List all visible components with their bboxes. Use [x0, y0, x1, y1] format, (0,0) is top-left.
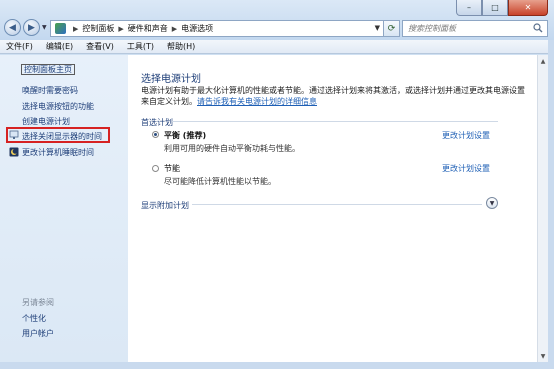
address-dropdown-icon[interactable]: ▼ [375, 24, 380, 32]
refresh-icon: ⟳ [387, 23, 396, 34]
sidebar-item-wake-password[interactable]: 唤醒时需要密码 [22, 85, 78, 96]
breadcrumb-separator-icon[interactable]: ▶ [118, 25, 123, 33]
menu-view[interactable]: 查看(V) [86, 41, 114, 52]
menu-file[interactable]: 文件(F) [6, 41, 33, 52]
maximize-button[interactable]: □ [482, 0, 508, 16]
sidebar-item-create-plan[interactable]: 创建电源计划 [22, 116, 70, 127]
plan-power-saver-description: 尽可能降低计算机性能以节能。 [164, 177, 276, 186]
plan-balanced-radio[interactable] [152, 131, 159, 138]
forward-arrow-icon: ▶ [28, 22, 35, 33]
menu-tools[interactable]: 工具(T) [127, 41, 154, 52]
control-panel-home-link[interactable]: 控制面板主页 [21, 64, 75, 75]
minimize-button[interactable]: – [456, 0, 482, 16]
search-box[interactable]: 搜索控制面板 [402, 20, 548, 37]
show-additional-plans-heading[interactable]: 显示附加计划 [141, 200, 189, 211]
plan-power-saver-radio[interactable] [152, 165, 159, 172]
sidebar-item-personalization[interactable]: 个性化 [22, 313, 46, 324]
window-controls: – □ ✕ [456, 0, 548, 16]
forward-button[interactable]: ▶ [23, 19, 40, 36]
breadcrumb-separator-icon[interactable]: ▶ [172, 25, 177, 33]
sidebar-item-user-accounts[interactable]: 用户帐户 [22, 328, 54, 339]
preferred-plans-heading: 首选计划 [141, 118, 173, 127]
page-title: 选择电源计划 [141, 74, 201, 85]
back-arrow-icon: ◀ [9, 22, 16, 33]
vertical-scrollbar[interactable]: ▲ ▼ [537, 55, 548, 362]
plan-balanced-description: 利用可用的硬件自动平衡功耗与性能。 [164, 144, 300, 153]
plan-balanced-change-settings-link[interactable]: 更改计划设置 [442, 130, 490, 141]
breadcrumb-separator-icon[interactable]: ▶ [73, 25, 78, 33]
plan-power-saver-name[interactable]: 节能 [164, 163, 180, 174]
menu-bar: 文件(F) 编辑(E) 查看(V) 工具(T) 帮助(H) [0, 40, 554, 54]
plan-power-saver-change-settings-link[interactable]: 更改计划设置 [442, 163, 490, 174]
search-placeholder: 搜索控制面板 [408, 24, 456, 33]
close-button[interactable]: ✕ [508, 0, 548, 16]
control-panel-icon [55, 23, 66, 34]
section-divider [172, 121, 498, 122]
see-also-heading: 另请参阅 [22, 298, 54, 307]
scroll-up-icon[interactable]: ▲ [538, 56, 548, 66]
moon-icon [9, 147, 19, 157]
window: – □ ✕ ◀ ▶ ▼ ▶ 控制面板 ▶ 硬件和声音 ▶ 电源选项 ▼ ⟳ 搜索… [0, 0, 554, 369]
history-dropdown-icon[interactable]: ▼ [42, 24, 47, 31]
search-icon[interactable] [533, 23, 543, 33]
back-button[interactable]: ◀ [4, 19, 21, 36]
scroll-down-icon[interactable]: ▼ [538, 351, 548, 361]
breadcrumb-hardware-sound[interactable]: 硬件和声音 [128, 23, 168, 34]
page-description: 电源计划有助于最大化计算机的性能或者节能。通过选择计划来将其激活，或选择计划并通… [141, 85, 531, 107]
highlight-box [6, 127, 110, 143]
refresh-button[interactable]: ⟳ [384, 20, 400, 37]
window-border [548, 40, 554, 369]
plan-balanced-name[interactable]: 平衡 (推荐) [164, 130, 206, 141]
sidebar-item-sleep-time[interactable]: 更改计算机睡眠时间 [22, 147, 94, 158]
breadcrumb-power-options[interactable]: 电源选项 [181, 23, 213, 34]
expand-additional-plans-button[interactable]: ▼ [486, 197, 498, 209]
section-divider [192, 204, 482, 205]
menu-edit[interactable]: 编辑(E) [46, 41, 73, 52]
power-plan-help-link[interactable]: 请告诉我有关电源计划的详细信息 [197, 97, 317, 106]
navigation-bar: ◀ ▶ ▼ ▶ 控制面板 ▶ 硬件和声音 ▶ 电源选项 ▼ ⟳ 搜索控制面板 [0, 18, 554, 38]
sidebar-item-power-button[interactable]: 选择电源按钮的功能 [22, 101, 94, 112]
window-border [0, 362, 554, 369]
breadcrumb-control-panel[interactable]: 控制面板 [82, 23, 114, 34]
menu-help[interactable]: 帮助(H) [167, 41, 195, 52]
chevron-down-icon: ▼ [489, 199, 495, 207]
address-bar[interactable]: ▶ 控制面板 ▶ 硬件和声音 ▶ 电源选项 ▼ [50, 20, 384, 37]
